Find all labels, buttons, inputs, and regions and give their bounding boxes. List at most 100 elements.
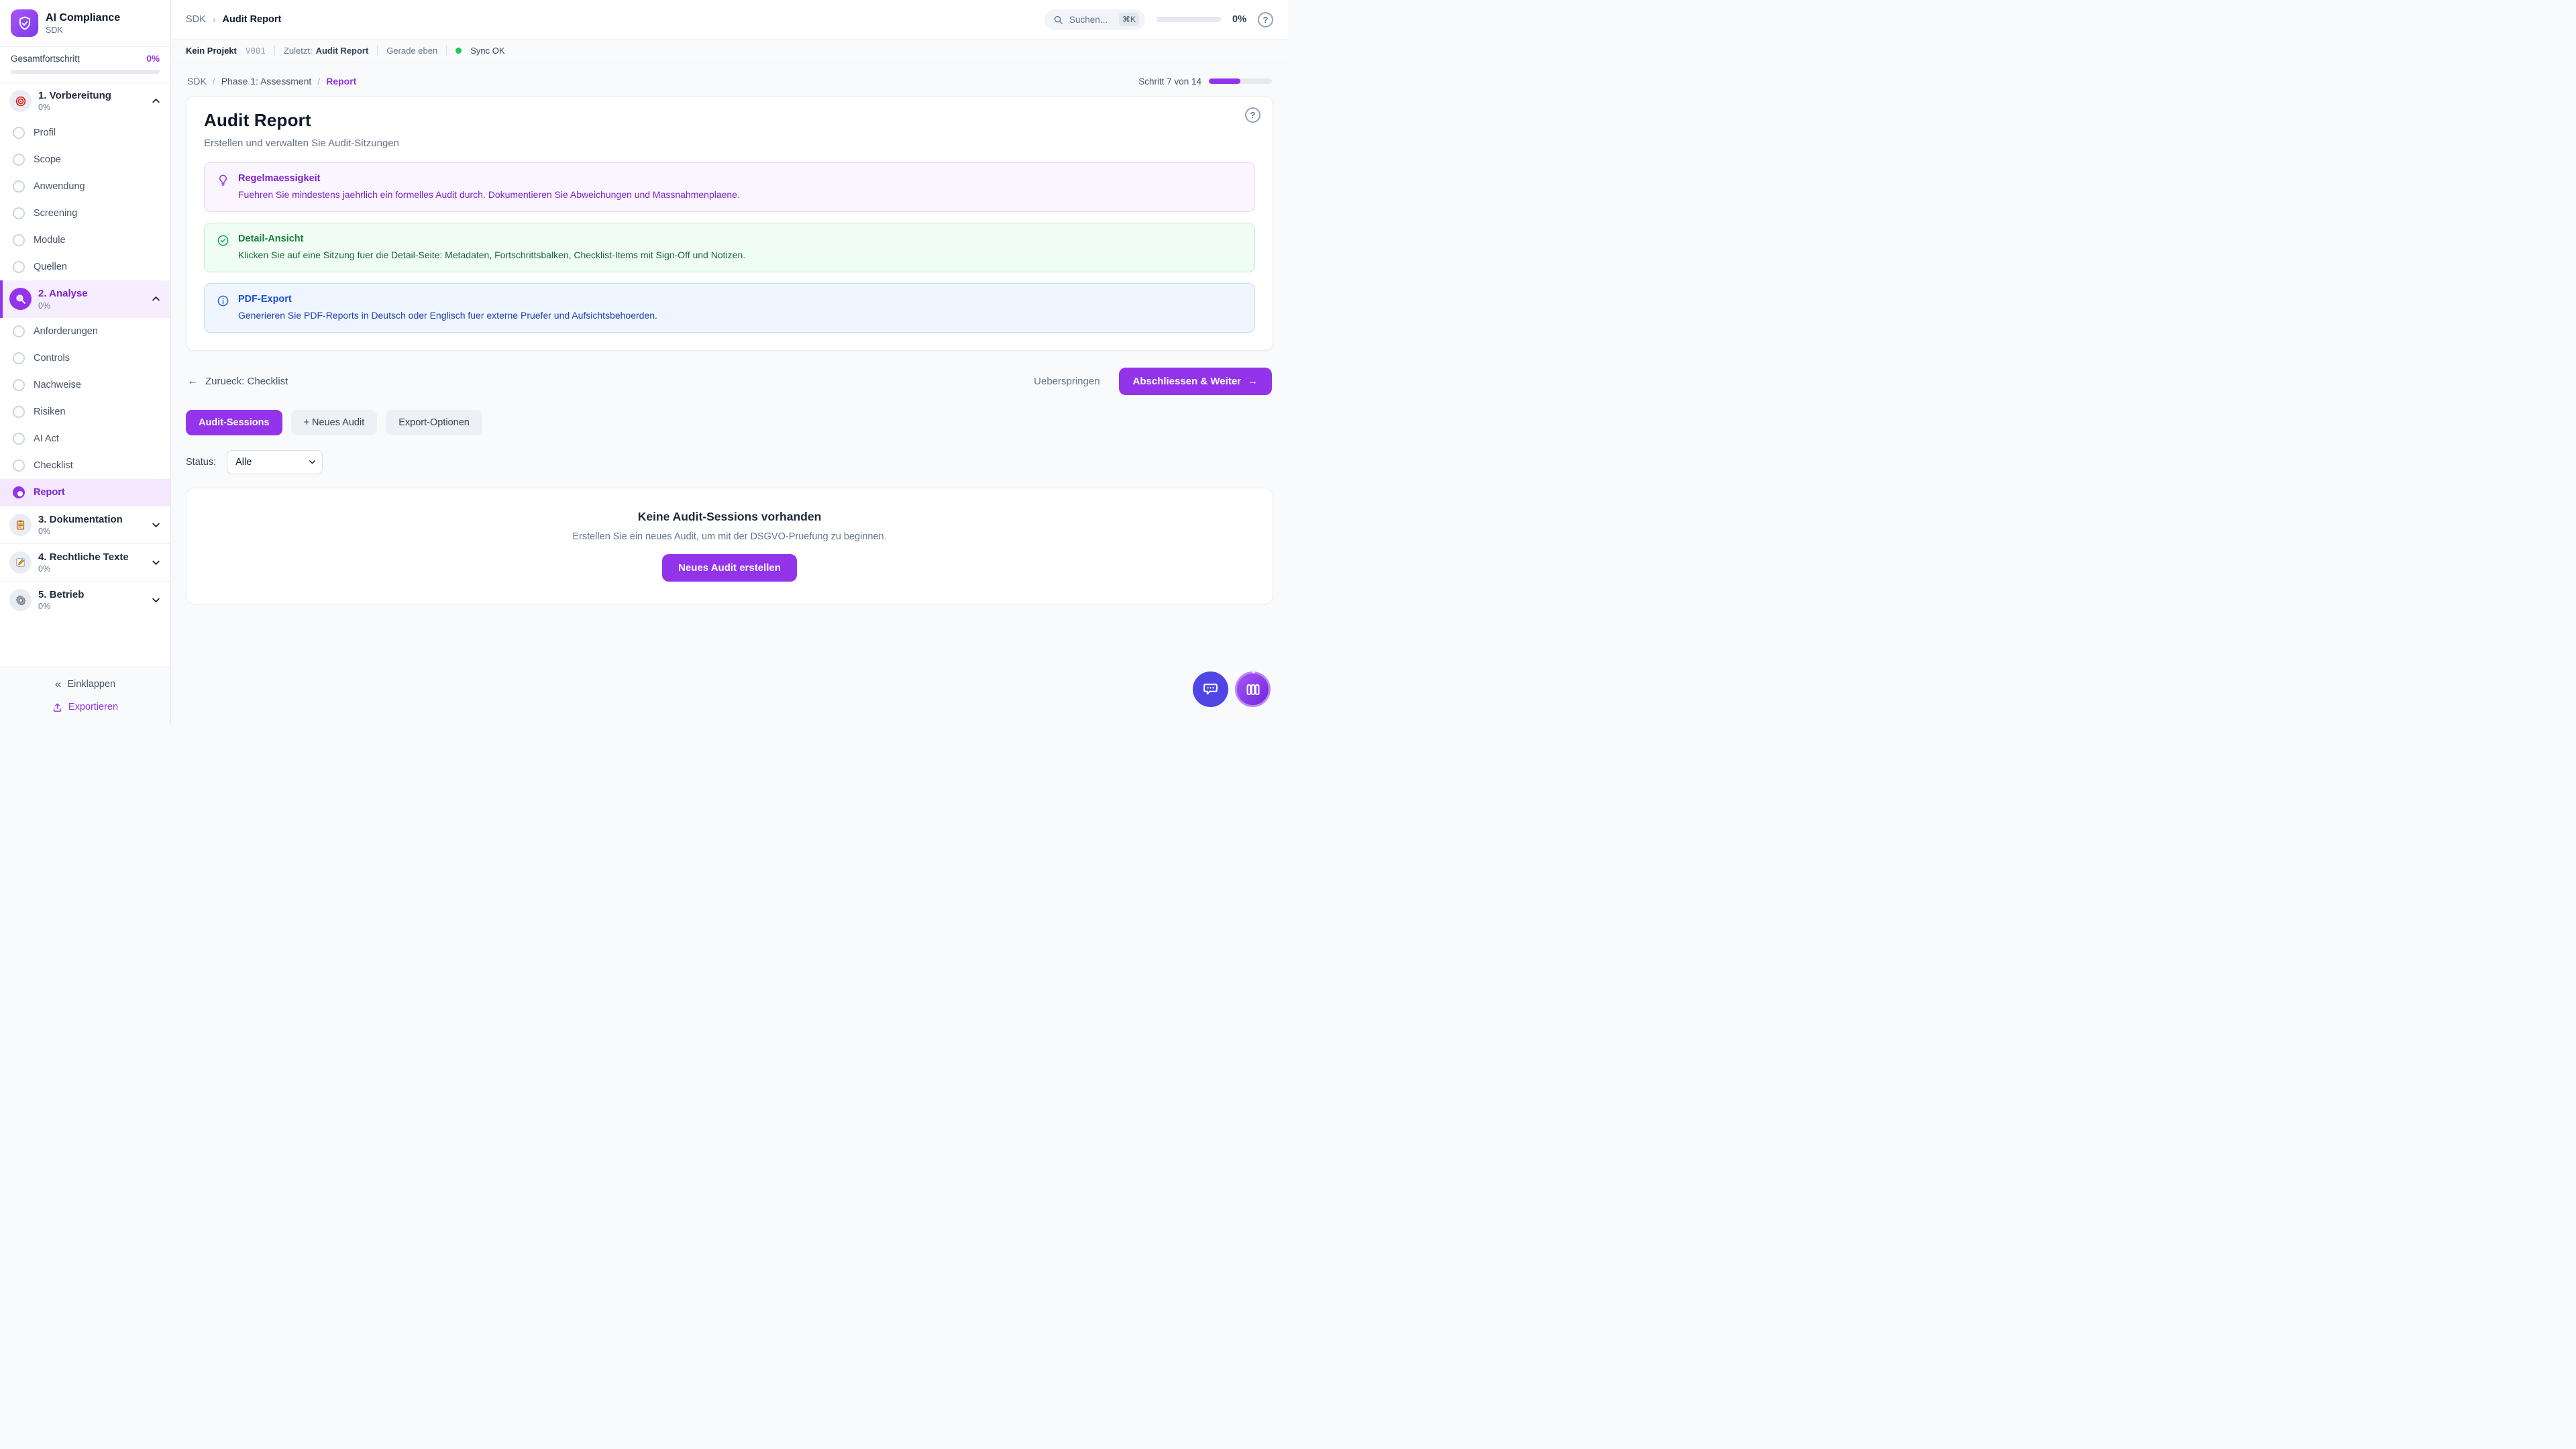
breadcrumb-separator: / (213, 76, 215, 87)
sidebar-item-risiken[interactable]: Risiken (0, 398, 170, 425)
status-strip: Kein Projekt V001 Zuletzt: Audit Report … (171, 40, 1288, 62)
sidebar-item-profil[interactable]: Profil (0, 119, 170, 146)
sidebar-item-quellen[interactable]: Quellen (0, 254, 170, 280)
info-box-detail-ansicht: Detail-Ansicht Klicken Sie auf eine Sitz… (204, 223, 1255, 272)
main-area: SDK › Audit Report Suchen... ⌘K 0% ? Kei… (171, 0, 1288, 724)
topbar: SDK › Audit Report Suchen... ⌘K 0% ? (171, 0, 1288, 40)
chat-fab-button[interactable] (1193, 672, 1228, 707)
sidebar-header: AI Compliance SDK (0, 0, 170, 47)
overall-progress-block: Gesamtfortschritt 0% (0, 47, 170, 83)
info-circle-icon (217, 294, 229, 322)
upload-icon (52, 702, 62, 712)
empty-state-title: Keine Audit-Sessions vorhanden (638, 510, 822, 524)
divider (274, 46, 275, 56)
app-title: AI Compliance (46, 11, 120, 24)
radio-circle-icon (13, 433, 25, 445)
columns-icon (1245, 682, 1261, 698)
card-help-icon[interactable]: ? (1245, 107, 1260, 123)
search-icon (1053, 15, 1063, 25)
info-box-regelmaessigkeit: Regelmaessigkeit Fuehren Sie mindestens … (204, 162, 1255, 212)
tabs: Audit-Sessions + Neues Audit Export-Option… (186, 410, 1273, 435)
step-progress-bar (1209, 78, 1272, 84)
sidebar-section-2-analyse[interactable]: 2. Analyse 0% (0, 280, 170, 317)
radio-circle-icon (13, 406, 25, 418)
sidebar-section-5-betrieb[interactable]: 5. Betrieb 0% (0, 581, 170, 619)
tab-neues-audit[interactable]: + Neues Audit (291, 410, 378, 435)
sidebar-item-screening[interactable]: Screening (0, 200, 170, 227)
sidebar-section-3-dokumentation[interactable]: 3. Dokumentation 0% (0, 506, 170, 543)
magnifier-icon (9, 288, 32, 310)
sidebar-item-nachweise[interactable]: Nachweise (0, 372, 170, 398)
chevron-down-icon (151, 520, 161, 530)
sidebar-item-scope[interactable]: Scope (0, 146, 170, 173)
overall-progress-percent: 0% (146, 54, 160, 64)
step-indicator: Schritt 7 von 14 (1138, 76, 1272, 87)
sidebar-item-controls[interactable]: Controls (0, 345, 170, 372)
sidebar-item-anforderungen[interactable]: Anforderungen (0, 318, 170, 345)
clipboard-icon (9, 514, 32, 536)
tab-audit-sessions[interactable]: Audit-Sessions (186, 410, 282, 435)
create-audit-button[interactable]: Neues Audit erstellen (662, 554, 797, 582)
ring-dot (1252, 670, 1255, 674)
finish-next-button[interactable]: Abschliessen & Weiter → (1119, 368, 1272, 395)
breadcrumb-phase[interactable]: Phase 1: Assessment (221, 76, 312, 87)
topbar-breadcrumb-root[interactable]: SDK (186, 14, 206, 25)
sync-status-dot (455, 48, 462, 54)
info-boxes: Regelmaessigkeit Fuehren Sie mindestens … (204, 162, 1255, 333)
sidebar: AI Compliance SDK Gesamtfortschritt 0% 1… (0, 0, 171, 724)
status-filter: Alle (227, 450, 323, 474)
radio-circle-icon (13, 379, 25, 391)
audit-report-card: ? Audit Report Erstellen und verwalten S… (186, 96, 1273, 351)
sidebar-item-checklist[interactable]: Checklist (0, 452, 170, 479)
skip-button[interactable]: Ueberspringen (1034, 376, 1099, 387)
breadcrumb-separator: / (317, 76, 320, 87)
chevron-down-icon (151, 595, 161, 605)
chat-bubble-icon (1202, 681, 1219, 698)
app-logo (11, 9, 38, 37)
sidebar-item-report[interactable]: Report (0, 479, 170, 506)
sidebar-item-module[interactable]: Module (0, 227, 170, 254)
export-button[interactable]: Exportieren (52, 702, 118, 712)
target-icon (9, 90, 32, 112)
breadcrumb-root[interactable]: SDK (187, 76, 207, 87)
gear-icon (9, 589, 32, 611)
sidebar-section-1-vorbereitung[interactable]: 1. Vorbereitung 0% (0, 83, 170, 119)
sidebar-item-ai-act[interactable]: AI Act (0, 425, 170, 452)
page-content: SDK / Phase 1: Assessment / Report Schri… (171, 62, 1288, 724)
tab-export-optionen[interactable]: Export-Optionen (386, 410, 482, 435)
collapse-sidebar-button[interactable]: « Einklappen (55, 678, 115, 691)
topbar-progress-bar (1157, 17, 1221, 22)
lightbulb-icon (217, 174, 229, 201)
radio-circle-icon (13, 261, 25, 273)
panel-fab-button[interactable] (1235, 672, 1271, 707)
pencil-icon (9, 551, 32, 574)
sync-status-text: Sync OK (470, 46, 504, 56)
floating-buttons (1193, 672, 1271, 707)
status-filter-select[interactable]: Alle (227, 450, 323, 474)
step-progress-fill (1209, 78, 1240, 84)
topbar-progress-percent: 0% (1232, 14, 1246, 25)
radio-circle-icon (13, 154, 25, 166)
last-value: Audit Report (316, 46, 369, 56)
sidebar-footer: « Einklappen Exportieren (0, 667, 170, 724)
radio-circle-icon (13, 460, 25, 472)
overall-progress-bar (11, 70, 160, 74)
help-icon[interactable]: ? (1258, 12, 1273, 28)
radio-circle-icon (13, 180, 25, 193)
search-input[interactable]: Suchen... ⌘K (1044, 9, 1145, 30)
breadcrumb-current: Report (326, 76, 356, 87)
app-subtitle: SDK (46, 25, 120, 35)
sidebar-nav: 1. Vorbereitung 0% Profil Scope Anwendun… (0, 83, 170, 667)
overall-progress-label: Gesamtfortschritt (11, 54, 80, 64)
back-button[interactable]: ← Zurueck: Checklist (187, 374, 288, 388)
sidebar-section-4-rechtliche-texte[interactable]: 4. Rechtliche Texte 0% (0, 543, 170, 581)
topbar-breadcrumb-current: Audit Report (223, 14, 282, 25)
keyboard-shortcut-badge: ⌘K (1119, 13, 1139, 26)
chevron-up-icon (151, 294, 161, 304)
arrow-right-icon: → (1248, 376, 1258, 387)
status-filter-row: Status: Alle (186, 450, 1273, 474)
radio-circle-icon (13, 325, 25, 337)
breadcrumb: SDK / Phase 1: Assessment / Report (187, 76, 356, 87)
sidebar-item-anwendung[interactable]: Anwendung (0, 173, 170, 200)
wizard-nav-row: ← Zurueck: Checklist Ueberspringen Absch… (187, 368, 1272, 395)
